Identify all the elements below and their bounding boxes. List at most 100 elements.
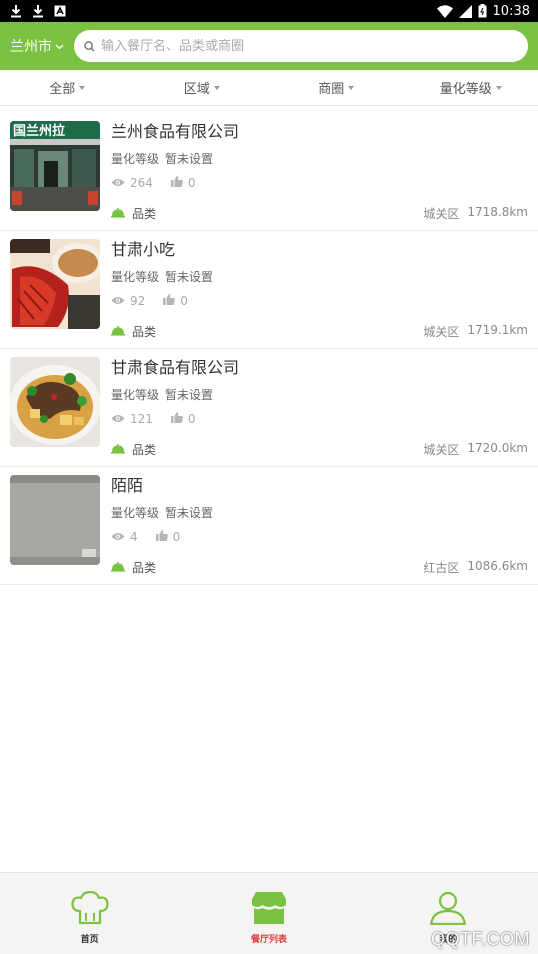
download-icon bbox=[32, 4, 44, 18]
filter-area[interactable]: 区域 bbox=[135, 70, 270, 105]
search-input[interactable] bbox=[101, 38, 518, 54]
battery-icon bbox=[478, 4, 487, 18]
restaurant-list: 国兰州拉 兰州食品有限公司 量化等级 暂未设置 264 0 品类 城关区 171… bbox=[0, 113, 538, 585]
restaurant-list-item[interactable]: 陌陌 量化等级 暂未设置 4 0 品类 红古区 1086.6km bbox=[0, 467, 538, 585]
restaurant-thumbnail bbox=[10, 239, 100, 329]
filter-label: 全部 bbox=[49, 82, 76, 97]
top-header: 兰州市 bbox=[0, 22, 538, 70]
grade-row: 量化等级 暂未设置 bbox=[111, 504, 528, 521]
restaurant-name: 陌陌 bbox=[111, 476, 144, 495]
search-bar[interactable] bbox=[74, 30, 528, 62]
grade-label: 量化等级 bbox=[111, 388, 160, 402]
clock: 10:38 bbox=[492, 3, 530, 19]
stats-row: 264 0 bbox=[111, 176, 528, 190]
filter-label: 量化等级 bbox=[439, 82, 492, 97]
dropdown-caret-icon bbox=[79, 85, 86, 90]
eye-icon bbox=[111, 530, 125, 544]
grade-value: 暂未设置 bbox=[165, 152, 214, 166]
chevron-down-icon bbox=[55, 38, 64, 54]
restaurant-thumbnail bbox=[10, 357, 100, 447]
user-icon bbox=[429, 891, 467, 929]
dish-cover-icon bbox=[111, 325, 125, 339]
app-notification-icon bbox=[54, 5, 66, 17]
chef-hat-icon bbox=[71, 890, 109, 929]
category-row: 品类 城关区 1718.8km bbox=[111, 205, 528, 222]
thumbs-up-icon bbox=[155, 530, 168, 544]
category-label: 品类 bbox=[132, 325, 157, 339]
restaurant-list-item[interactable]: 国兰州拉 兰州食品有限公司 量化等级 暂未设置 264 0 品类 城关区 171… bbox=[0, 113, 538, 231]
eye-icon bbox=[111, 412, 125, 426]
restaurant-name: 甘肃小吃 bbox=[111, 240, 176, 259]
storefront-icon bbox=[250, 891, 288, 929]
like-count: 0 bbox=[180, 294, 188, 308]
grade-label: 量化等级 bbox=[111, 506, 160, 520]
restaurant-name: 甘肃食品有限公司 bbox=[111, 358, 240, 377]
grade-value: 暂未设置 bbox=[165, 388, 214, 402]
view-count: 121 bbox=[130, 412, 153, 426]
filter-business-district[interactable]: 商圈 bbox=[269, 70, 404, 105]
dropdown-caret-icon bbox=[213, 85, 220, 90]
wifi-icon bbox=[436, 4, 453, 18]
filter-all[interactable]: 全部 bbox=[0, 70, 135, 105]
signal-icon bbox=[458, 4, 472, 18]
stats-row: 4 0 bbox=[111, 530, 528, 544]
filter-bar: 全部 区域 商圈 量化等级 bbox=[0, 70, 538, 106]
category-label: 品类 bbox=[132, 207, 157, 221]
view-count: 264 bbox=[130, 176, 153, 190]
grade-label: 量化等级 bbox=[111, 270, 160, 284]
distance: 1086.6km bbox=[467, 559, 528, 573]
stats-row: 121 0 bbox=[111, 412, 528, 426]
nav-label: 首页 bbox=[80, 935, 99, 945]
status-bar: 10:38 bbox=[0, 0, 538, 22]
view-count: 92 bbox=[130, 294, 146, 308]
like-count: 0 bbox=[187, 412, 196, 426]
eye-icon bbox=[111, 294, 125, 308]
restaurant-name: 兰州食品有限公司 bbox=[111, 122, 240, 141]
dish-cover-icon bbox=[111, 443, 125, 457]
thumbs-up-icon bbox=[170, 412, 183, 426]
download-icon bbox=[10, 4, 22, 18]
dish-cover-icon bbox=[111, 207, 125, 221]
filter-label: 商圈 bbox=[318, 82, 345, 97]
category-row: 品类 城关区 1719.1km bbox=[111, 323, 528, 340]
category-row: 品类 红古区 1086.6km bbox=[111, 559, 528, 576]
nav-label: 餐厅列表 bbox=[250, 935, 287, 945]
like-count: 0 bbox=[172, 530, 181, 544]
stats-row: 92 0 bbox=[111, 294, 528, 308]
search-icon bbox=[84, 37, 95, 56]
thumbs-up-icon bbox=[163, 294, 176, 308]
distance: 1719.1km bbox=[467, 323, 528, 337]
view-count: 4 bbox=[130, 530, 138, 544]
eye-icon bbox=[111, 176, 125, 190]
like-count: 0 bbox=[187, 176, 196, 190]
thumbnail-sign-text: 国兰州拉 bbox=[13, 123, 65, 139]
distance: 1718.8km bbox=[467, 205, 528, 219]
nav-home[interactable]: 首页 bbox=[0, 873, 179, 954]
restaurant-list-item[interactable]: 甘肃小吃 量化等级 暂未设置 92 0 品类 城关区 1719.1km bbox=[0, 231, 538, 349]
city-selector[interactable]: 兰州市 bbox=[10, 36, 74, 56]
restaurant-thumbnail bbox=[10, 475, 100, 565]
watermark: QQTF.COM bbox=[431, 929, 530, 949]
filter-quantified-grade[interactable]: 量化等级 bbox=[404, 70, 538, 105]
district: 城关区 bbox=[423, 443, 460, 457]
dropdown-caret-icon bbox=[348, 85, 355, 90]
grade-label: 量化等级 bbox=[111, 152, 160, 166]
grade-row: 量化等级 暂未设置 bbox=[111, 386, 528, 403]
dish-cover-icon bbox=[111, 561, 125, 575]
thumbs-up-icon bbox=[170, 176, 183, 190]
dropdown-caret-icon bbox=[495, 85, 502, 90]
distance: 1720.0km bbox=[467, 441, 528, 455]
nav-restaurant-list[interactable]: 餐厅列表 bbox=[179, 873, 358, 954]
grade-value: 暂未设置 bbox=[165, 270, 214, 284]
grade-row: 量化等级 暂未设置 bbox=[111, 268, 528, 285]
restaurant-list-item[interactable]: 甘肃食品有限公司 量化等级 暂未设置 121 0 品类 城关区 1720.0km bbox=[0, 349, 538, 467]
grade-value: 暂未设置 bbox=[165, 506, 214, 520]
city-label: 兰州市 bbox=[10, 39, 52, 55]
district: 城关区 bbox=[423, 207, 460, 221]
category-row: 品类 城关区 1720.0km bbox=[111, 441, 528, 458]
category-label: 品类 bbox=[132, 443, 157, 457]
category-label: 品类 bbox=[132, 561, 157, 575]
grade-row: 量化等级 暂未设置 bbox=[111, 150, 528, 167]
filter-label: 区域 bbox=[183, 82, 210, 97]
district: 红古区 bbox=[423, 561, 460, 575]
